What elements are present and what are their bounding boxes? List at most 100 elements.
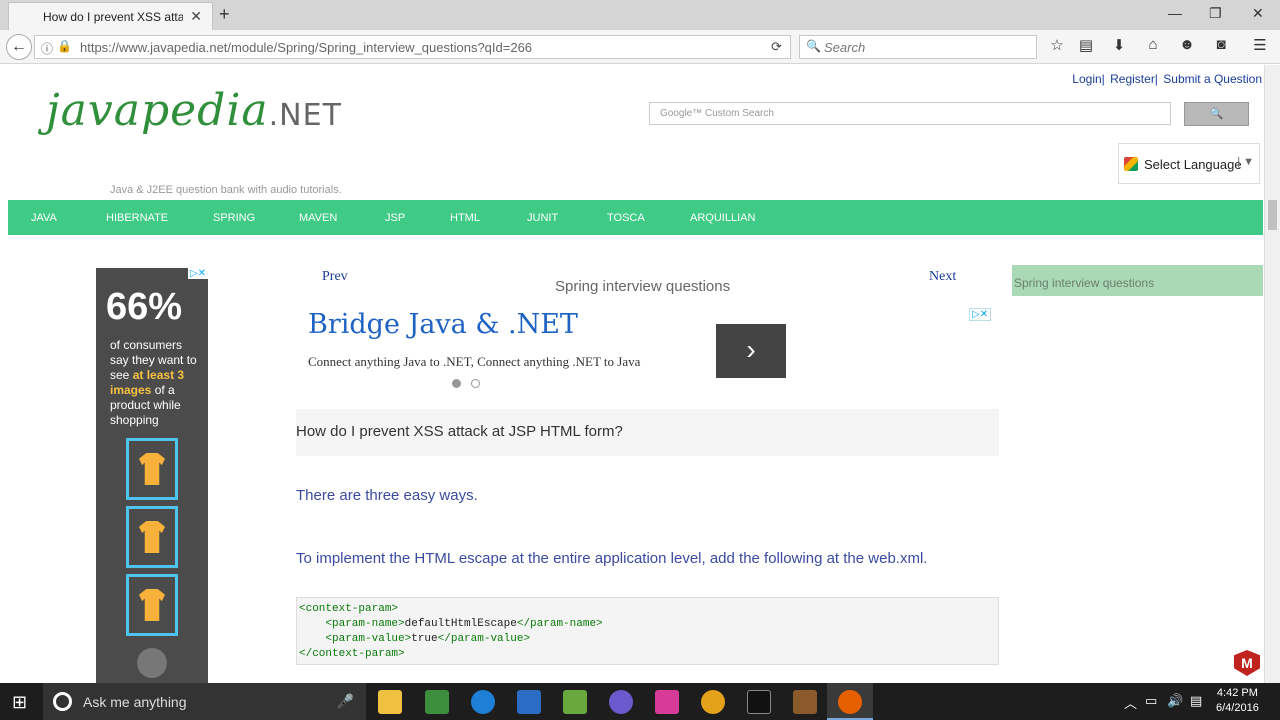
ad-next-button[interactable]: › xyxy=(716,324,786,378)
network-app-icon[interactable] xyxy=(517,690,541,714)
system-clock[interactable]: 4:42 PM 6/4/2016 xyxy=(1216,686,1259,716)
app-icon[interactable] xyxy=(793,690,817,714)
menu-item-java[interactable]: JAVA xyxy=(31,212,57,224)
ad-subtitle: Connect anything Java to .NET, Connect a… xyxy=(308,354,641,369)
media-app-icon[interactable] xyxy=(655,690,679,714)
carousel-dot-active[interactable] xyxy=(452,379,461,388)
site-search-input[interactable]: Google™ Custom Search xyxy=(649,102,1171,125)
home-icon[interactable]: ⌂ xyxy=(1143,36,1163,53)
back-button[interactable]: ← xyxy=(6,34,32,60)
question-title: How do I prevent XSS attack at JSP HTML … xyxy=(296,423,623,440)
url-text[interactable]: https://www.javapedia.net/module/Spring/… xyxy=(80,40,532,55)
menu-item-hibernate[interactable]: HIBERNATE xyxy=(106,212,168,224)
ad-title[interactable]: Bridge Java & .NET xyxy=(308,309,578,340)
tray-chevron-icon[interactable]: ︿ xyxy=(1124,693,1137,712)
firefox-taskbar-button[interactable] xyxy=(827,683,873,720)
mcafee-icon[interactable]: M xyxy=(1234,650,1260,676)
register-link[interactable]: Register| xyxy=(1110,72,1158,86)
menu-item-jsp[interactable]: JSP xyxy=(385,212,405,224)
search-icon: 🔍 xyxy=(806,39,821,53)
submit-question-link[interactable]: Submit a Question xyxy=(1163,72,1262,86)
menu-item-junit[interactable]: JUNIT xyxy=(527,212,558,224)
tshirt-icon xyxy=(139,589,165,621)
page-scrollbar[interactable] xyxy=(1264,65,1280,683)
menu-item-tosca[interactable]: TOSCA xyxy=(607,212,645,224)
windows-start-icon[interactable]: ⊞ xyxy=(12,692,27,713)
menu-item-spring[interactable]: SPRING xyxy=(213,212,255,224)
download-icon[interactable]: ⬇ xyxy=(1109,36,1129,54)
site-search-button[interactable]: 🔍 xyxy=(1184,102,1249,126)
tab-strip: How do I prevent XSS atta... ✕ + — ❐ ✕ xyxy=(0,0,1280,30)
language-label: Select Language xyxy=(1144,157,1242,172)
carousel-dot[interactable] xyxy=(471,379,480,388)
chrome-icon[interactable] xyxy=(701,690,725,714)
code-value: defaultHtmlEscape xyxy=(404,618,517,630)
new-tab-icon[interactable]: + xyxy=(219,4,230,25)
product-image xyxy=(126,438,178,500)
restore-icon[interactable]: ❐ xyxy=(1209,5,1222,22)
notepad-icon[interactable] xyxy=(563,690,587,714)
menu-icon[interactable]: ☰ xyxy=(1250,36,1270,54)
tshirt-icon xyxy=(139,521,165,553)
info-icon[interactable]: ⓘ xyxy=(41,40,53,57)
main-menu: JAVA HIBERNATE SPRING MAVEN JSP HTML JUN… xyxy=(8,200,1263,235)
ad-choices-icon[interactable]: ▷✕ xyxy=(969,308,992,321)
clock-time: 4:42 PM xyxy=(1216,687,1258,699)
ad-choices-icon[interactable]: ▷✕ xyxy=(187,268,208,279)
clock-date: 6/4/2016 xyxy=(1216,702,1259,714)
tshirt-icon xyxy=(139,453,165,485)
cortana-icon xyxy=(53,692,72,711)
next-link[interactable]: Next xyxy=(929,269,956,285)
terminal-icon[interactable] xyxy=(747,690,771,714)
windows-taskbar: ⊞ Ask me anything 🎤 ︿ ▭ 🔊 ▤ 4:42 PM 6/4/… xyxy=(0,683,1280,720)
reload-icon[interactable]: ⟳ xyxy=(771,39,782,55)
lock-icon[interactable]: 🔒 xyxy=(57,39,72,53)
ad-body: of consumers say they want to see at lea… xyxy=(110,338,202,428)
prev-link[interactable]: Prev xyxy=(322,269,348,285)
google-translate-icon xyxy=(1124,157,1138,171)
volume-icon[interactable]: 🔊 xyxy=(1167,693,1183,709)
site-logo[interactable]: javapedia.NET xyxy=(46,85,342,136)
notification-icon[interactable]: ▤ xyxy=(1190,693,1202,709)
code-tag: </param-name> xyxy=(516,618,603,630)
eclipse-icon[interactable] xyxy=(609,690,633,714)
code-tag: <param-name> xyxy=(325,618,405,630)
product-image xyxy=(126,506,178,568)
login-link[interactable]: Login| xyxy=(1072,72,1104,86)
tagline: Java & J2EE question bank with audio tut… xyxy=(110,184,342,196)
chevron-right-icon: › xyxy=(746,334,756,365)
breadcrumb: Spring interview questions xyxy=(555,278,731,295)
microphone-icon[interactable]: 🎤 xyxy=(337,693,354,710)
browser-search-input[interactable]: 🔍 Search xyxy=(799,35,1037,59)
dropdown-arrow-icon: | ▼ xyxy=(1237,156,1254,168)
product-image xyxy=(126,574,178,636)
sidebar-header[interactable]: Spring interview questions xyxy=(1012,265,1263,296)
file-explorer-icon[interactable] xyxy=(378,690,402,714)
bookmark-star-icon[interactable]: ☆ xyxy=(1047,36,1067,54)
chat-icon[interactable]: ☻ xyxy=(1177,36,1197,53)
tab-title: How do I prevent XSS atta... xyxy=(43,10,183,24)
minimize-icon[interactable]: — xyxy=(1168,5,1182,21)
cortana-placeholder: Ask me anything xyxy=(83,694,187,710)
menu-item-arquillian[interactable]: ARQUILLIAN xyxy=(690,212,755,224)
browser-tab[interactable]: How do I prevent XSS atta... ✕ xyxy=(8,2,213,30)
pocket-icon[interactable]: ◙ xyxy=(1211,36,1231,53)
close-window-icon[interactable]: ✕ xyxy=(1252,5,1264,22)
store-icon[interactable] xyxy=(425,690,449,714)
menu-item-html[interactable]: HTML xyxy=(450,212,480,224)
reading-list-icon[interactable]: ▤ xyxy=(1076,36,1096,54)
code-tag: <param-value> xyxy=(325,633,412,645)
left-advertisement[interactable]: ▷✕ 66% of consumers say they want to see… xyxy=(96,268,208,683)
scrollbar-thumb[interactable] xyxy=(1268,200,1277,230)
edge-icon[interactable] xyxy=(471,690,495,714)
sidebar-title: Spring interview questions xyxy=(1014,276,1155,290)
site-search-placeholder: Google™ Custom Search xyxy=(660,108,774,119)
question-box: How do I prevent XSS attack at JSP HTML … xyxy=(296,409,999,456)
code-block: <context-param> <param-name>defaultHtmlE… xyxy=(296,597,999,665)
cortana-search[interactable]: Ask me anything 🎤 xyxy=(43,683,366,720)
menu-item-maven[interactable]: MAVEN xyxy=(299,212,337,224)
battery-icon[interactable]: ▭ xyxy=(1145,693,1157,709)
close-tab-icon[interactable]: ✕ xyxy=(190,8,202,25)
url-bar[interactable]: ⓘ 🔒 https://www.javapedia.net/module/Spr… xyxy=(34,35,791,59)
language-select[interactable]: Select Language | ▼ xyxy=(1118,143,1260,184)
